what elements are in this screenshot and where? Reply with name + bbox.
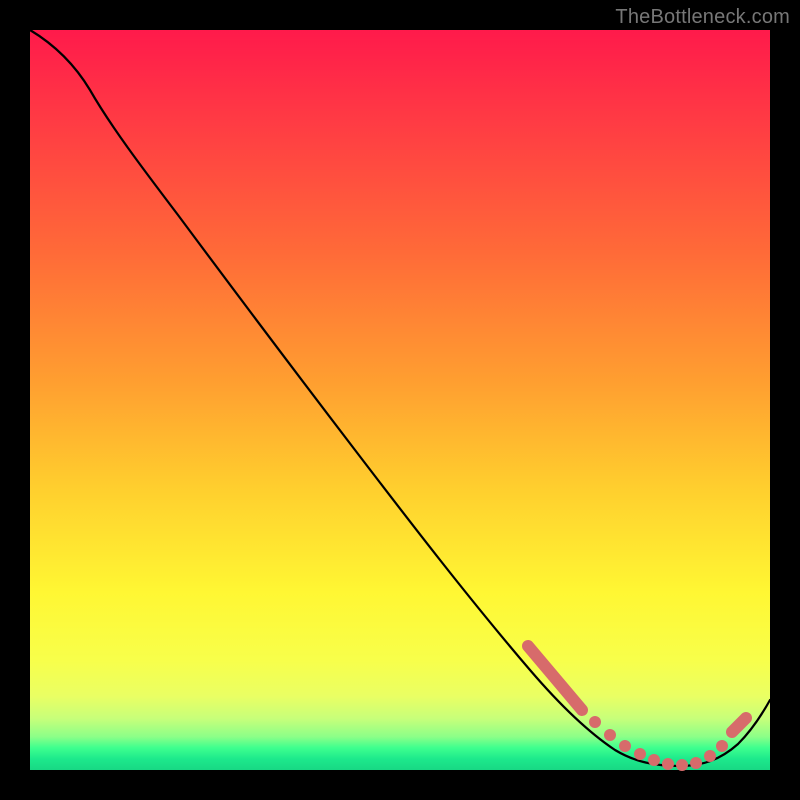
plot-area [30,30,770,770]
watermark-text: TheBottleneck.com [615,6,790,29]
curve-svg [30,30,770,770]
chart-frame: TheBottleneck.com [0,0,800,800]
bottleneck-curve [30,30,770,766]
highlight-segment-tail [732,718,746,732]
highlight-dot [619,740,631,752]
highlight-dot [589,716,601,728]
highlight-dot [704,750,716,762]
highlight-dot [604,729,616,741]
highlight-dot [676,759,688,771]
highlight-dot [690,757,702,769]
highlight-dot [716,740,728,752]
highlight-dot [662,758,674,770]
highlight-dot [648,754,660,766]
highlight-dot [634,748,646,760]
